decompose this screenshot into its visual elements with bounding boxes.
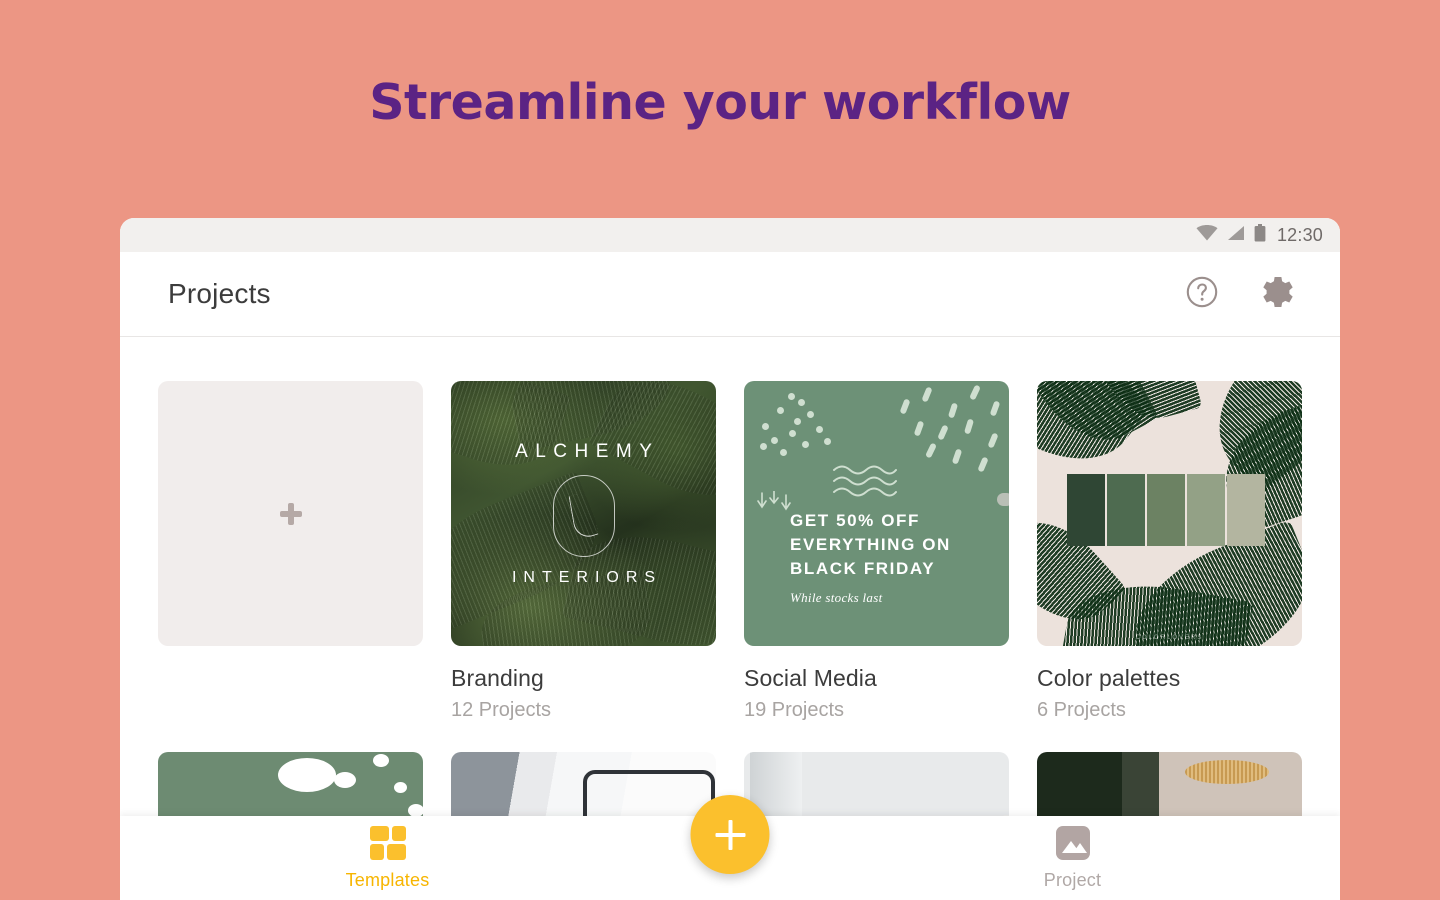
brand-subtitle-text: INTERIORS: [505, 569, 662, 587]
project-card-title: Color palettes: [1037, 665, 1302, 692]
promo-text-block: GET 50% OFF EVERYTHING ON BLACK FRIDAY W…: [790, 509, 951, 606]
device-frame: 12:30 Projects: [120, 218, 1340, 900]
brand-name-text: ALCHEMY: [508, 441, 660, 463]
color-swatch: [1187, 474, 1225, 546]
project-card-count: 6 Projects: [1037, 699, 1302, 722]
add-project-card[interactable]: [158, 381, 423, 722]
edge-pill-decoration: [997, 493, 1009, 506]
promo-line: GET 50% OFF: [790, 509, 951, 533]
help-icon: [1185, 275, 1219, 314]
help-button[interactable]: [1182, 274, 1222, 314]
color-swatch: [1067, 474, 1105, 546]
bottom-navigation-bar: Templates Project: [120, 816, 1340, 900]
project-card-title: Branding: [451, 665, 716, 692]
promo-fine-print: While stocks last: [790, 590, 951, 606]
nav-item-templates[interactable]: Templates: [120, 826, 655, 891]
plus-icon: [280, 503, 302, 525]
project-card[interactable]: ALCHEMY INTERIORS Branding 12 Projects: [451, 381, 716, 722]
page-title: Projects: [168, 278, 1182, 310]
nav-label-project: Project: [1044, 870, 1101, 891]
page-headline: Streamline your workflow: [0, 74, 1440, 131]
grid-icon: [370, 826, 406, 860]
status-bar-time: 12:30: [1277, 225, 1323, 246]
project-thumbnail-color-palettes[interactable]: COLORLOVERS: [1037, 381, 1302, 646]
wave-lines-decoration: [832, 463, 898, 504]
project-card-count: 19 Projects: [744, 699, 1009, 722]
project-thumbnail-social-media[interactable]: GET 50% OFF EVERYTHING ON BLACK FRIDAY W…: [744, 381, 1009, 646]
color-swatches: [1067, 474, 1265, 546]
color-swatch: [1227, 474, 1265, 546]
plus-icon: [715, 820, 745, 850]
brand-logo-mark: [553, 475, 615, 557]
settings-gear-icon: [1260, 274, 1296, 315]
image-icon: [1056, 826, 1090, 860]
project-card[interactable]: COLORLOVERS Color palettes 6 Projects: [1037, 381, 1302, 722]
nav-label-templates: Templates: [346, 870, 430, 891]
project-card[interactable]: GET 50% OFF EVERYTHING ON BLACK FRIDAY W…: [744, 381, 1009, 722]
status-bar: 12:30: [120, 218, 1340, 252]
color-swatch: [1107, 474, 1145, 546]
promo-line: BLACK FRIDAY: [790, 557, 951, 581]
signal-icon: [1227, 225, 1245, 246]
create-fab-button[interactable]: [691, 795, 770, 874]
color-swatch: [1147, 474, 1185, 546]
project-card-title: Social Media: [744, 665, 1009, 692]
battery-icon: [1254, 224, 1266, 247]
settings-button[interactable]: [1258, 274, 1298, 314]
project-card-count: 12 Projects: [451, 699, 716, 722]
wifi-icon: [1196, 225, 1218, 246]
app-bar: Projects: [120, 252, 1340, 337]
palette-caption: COLORLOVERS: [1037, 635, 1302, 641]
add-project-thumb[interactable]: [158, 381, 423, 646]
promo-line: EVERYTHING ON: [790, 533, 951, 557]
project-thumbnail-branding[interactable]: ALCHEMY INTERIORS: [451, 381, 716, 646]
app-bar-actions: [1182, 274, 1298, 314]
rattan-lamp-decoration: [1185, 760, 1269, 784]
nav-item-project[interactable]: Project: [805, 826, 1340, 891]
